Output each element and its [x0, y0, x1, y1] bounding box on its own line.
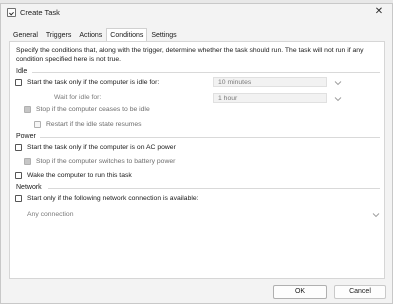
window-title: Create Task: [20, 8, 60, 17]
close-icon[interactable]: ✕: [372, 5, 386, 19]
stop-if-not-idle-row[interactable]: Stop if the computer ceases to be idle: [24, 106, 150, 113]
chevron-down-icon[interactable]: [372, 211, 380, 219]
power-heading: Power: [16, 133, 36, 140]
restart-idle-checkbox[interactable]: [34, 121, 41, 128]
create-task-dialog: Create Task ✕ General Triggers Actions C…: [0, 3, 393, 304]
tab-strip: General Triggers Actions Conditions Sett…: [9, 28, 181, 42]
battery-stop-checkbox[interactable]: [24, 158, 31, 165]
stop-if-not-idle-checkbox[interactable]: [24, 106, 31, 113]
chevron-down-icon[interactable]: [334, 79, 342, 87]
ac-power-checkbox[interactable]: [15, 144, 22, 151]
title-bar: Create Task ✕: [1, 4, 392, 21]
restart-idle-label: Restart if the idle state resumes: [46, 121, 142, 128]
power-divider: [40, 137, 380, 138]
network-label: Start only if the following network conn…: [27, 195, 199, 202]
idle-heading: Idle: [16, 68, 28, 75]
network-row[interactable]: Start only if the following network conn…: [15, 195, 199, 202]
battery-stop-row[interactable]: Stop if the computer switches to battery…: [24, 158, 175, 165]
chevron-down-icon[interactable]: [334, 95, 342, 103]
tab-conditions[interactable]: Conditions: [106, 28, 148, 42]
stop-if-not-idle-label: Stop if the computer ceases to be idle: [36, 106, 150, 113]
conditions-description: Specify the conditions that, along with …: [16, 47, 364, 63]
idle-duration-select[interactable]: 10 minutes: [213, 77, 327, 87]
ok-button[interactable]: OK: [273, 285, 327, 299]
tab-triggers[interactable]: Triggers: [42, 28, 75, 41]
tab-general[interactable]: General: [9, 28, 42, 41]
wait-idle-select[interactable]: 1 hour: [213, 93, 327, 103]
network-heading: Network: [16, 184, 42, 191]
wake-checkbox[interactable]: [15, 172, 22, 179]
tab-actions[interactable]: Actions: [75, 28, 106, 41]
restart-idle-row[interactable]: Restart if the idle state resumes: [34, 121, 142, 128]
conditions-panel: Specify the conditions that, along with …: [9, 41, 385, 279]
idle-start-checkbox[interactable]: [15, 79, 22, 86]
idle-divider: [32, 72, 380, 73]
idle-start-row[interactable]: Start the task only if the computer is i…: [15, 79, 159, 86]
battery-stop-label: Stop if the computer switches to battery…: [36, 158, 176, 165]
ac-power-row[interactable]: Start the task only if the computer is o…: [15, 144, 176, 151]
task-check-icon: [7, 8, 16, 17]
network-checkbox[interactable]: [15, 195, 22, 202]
wake-label: Wake the computer to run this task: [27, 172, 132, 179]
cancel-button[interactable]: Cancel: [334, 285, 386, 299]
network-divider: [48, 188, 380, 189]
wait-idle-label: Wait for idle for:: [54, 94, 102, 101]
ac-power-label: Start the task only if the computer is o…: [27, 144, 176, 151]
idle-start-label: Start the task only if the computer is i…: [27, 79, 160, 86]
wake-row[interactable]: Wake the computer to run this task: [15, 172, 132, 179]
tab-settings[interactable]: Settings: [147, 28, 180, 41]
network-connection-select[interactable]: Any connection: [16, 208, 380, 221]
